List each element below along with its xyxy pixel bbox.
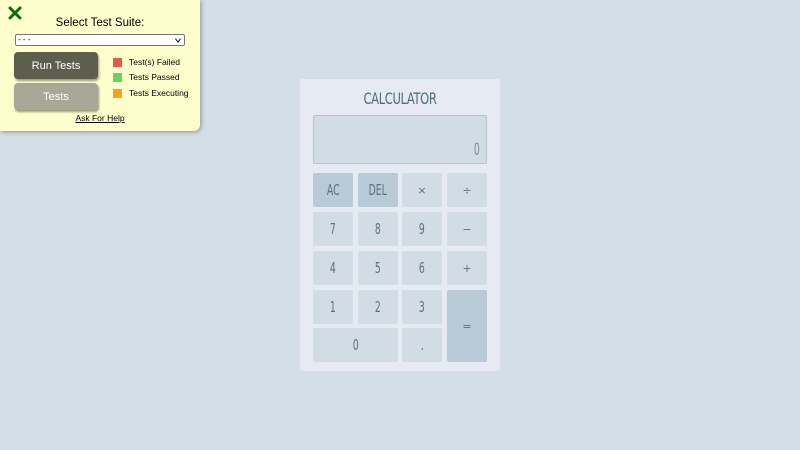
three-button[interactable]: 3 [402,290,442,324]
ac-label: AC [326,181,340,199]
three-label: 3 [419,298,425,316]
suite-select-value: - - - [18,35,31,44]
minus-label: − [462,222,472,236]
multiply-button[interactable]: × [402,173,442,207]
equals-label: = [462,319,472,333]
test-suite-panel: Select Test Suite: - - - Run Tests Tests… [0,0,200,131]
four-button[interactable]: 4 [313,251,353,285]
equals-button[interactable]: = [447,290,487,362]
failed-swatch [113,58,122,67]
del-button[interactable]: DEL [358,173,398,207]
eight-label: 8 [375,220,381,238]
suite-label: Select Test Suite: [55,17,145,29]
four-label: 4 [330,259,336,277]
divide-button[interactable]: ÷ [447,173,487,207]
eight-button[interactable]: 8 [358,212,398,246]
six-button[interactable]: 6 [402,251,442,285]
multiply-label: × [417,183,427,197]
decimal-label: . [420,336,424,354]
legend-passed-label: Tests Passed [129,72,180,82]
display-value: 0 [474,140,480,160]
legend-failed-label: Test(s) Failed [129,57,181,67]
passed-swatch [113,73,122,82]
one-label: 1 [330,298,336,316]
plus-label: + [462,261,472,275]
chevron-down-icon [175,38,181,43]
zero-label: 0 [352,336,359,354]
calculator-display: 0 [313,115,487,164]
divide-label: ÷ [462,183,472,197]
nine-label: 9 [419,220,425,238]
executing-swatch [113,89,122,98]
run-tests-button[interactable]: Run Tests [14,52,98,79]
tests-button[interactable]: Tests [14,83,98,110]
del-label: DEL [368,181,388,199]
one-button[interactable]: 1 [313,290,353,324]
nine-button[interactable]: 9 [402,212,442,246]
zero-button[interactable]: 0 [313,328,398,362]
calculator: CALCULATOR 0 AC DEL × ÷ 7 8 9 − 4 5 6 + … [300,79,500,371]
seven-button[interactable]: 7 [313,212,353,246]
seven-label: 7 [330,220,336,238]
five-label: 5 [375,259,381,277]
plus-button[interactable]: + [447,251,487,285]
minus-button[interactable]: − [447,212,487,246]
decimal-button[interactable]: . [402,328,442,362]
calculator-title: CALCULATOR [363,89,437,108]
legend-executing-label: Tests Executing [129,88,189,98]
suite-select[interactable]: - - - [15,34,185,46]
ac-button[interactable]: AC [313,173,353,207]
five-button[interactable]: 5 [358,251,398,285]
ask-for-help-link[interactable]: Ask For Help [0,113,200,123]
six-label: 6 [419,259,425,277]
two-label: 2 [375,298,381,316]
two-button[interactable]: 2 [358,290,398,324]
